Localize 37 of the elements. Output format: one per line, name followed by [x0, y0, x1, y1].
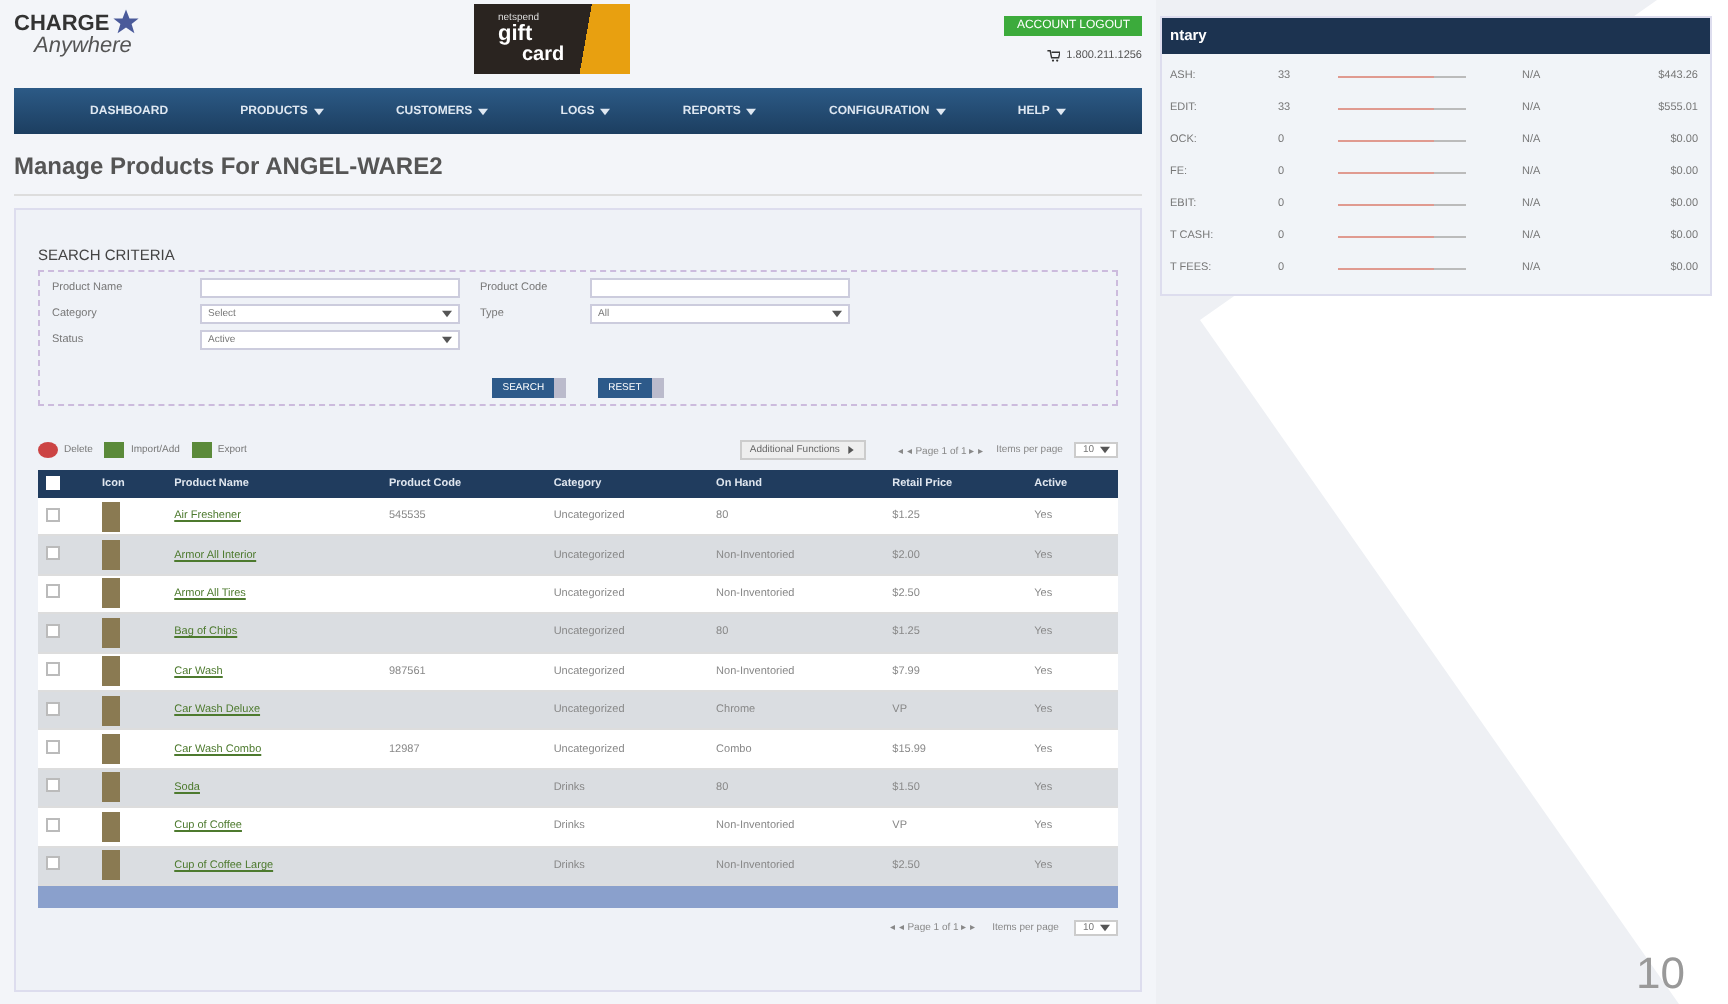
- caret-icon: [1100, 446, 1110, 454]
- row-checkbox[interactable]: [46, 701, 60, 716]
- banner-text: card: [522, 45, 565, 65]
- page-title: Manage Products For ANGEL-WARE2: [14, 134, 1142, 196]
- photo-placeholder: [102, 578, 121, 609]
- photo-placeholder: [102, 656, 121, 687]
- row-checkbox[interactable]: [46, 856, 60, 871]
- photo-placeholder: [102, 811, 121, 842]
- photo-placeholder: [102, 695, 121, 726]
- text-field[interactable]: [200, 278, 460, 298]
- caret-icon: [442, 310, 452, 318]
- row-checkbox[interactable]: [46, 507, 60, 522]
- select-all-checkbox[interactable]: [46, 475, 60, 489]
- slide-number: 10: [1636, 952, 1685, 996]
- cart-icon: [1046, 48, 1061, 62]
- row-checkbox[interactable]: [46, 740, 60, 755]
- row-checkbox[interactable]: [46, 662, 60, 677]
- photo-placeholder: [102, 850, 121, 881]
- photo-placeholder: [102, 540, 121, 571]
- caret-icon: [1100, 923, 1110, 932]
- row-checkbox[interactable]: [46, 817, 60, 832]
- row-checkbox[interactable]: [46, 623, 60, 638]
- photo-placeholder: [102, 501, 121, 532]
- banner-text: gift: [498, 23, 533, 45]
- row-checkbox[interactable]: [46, 584, 60, 599]
- row-checkbox[interactable]: [46, 778, 60, 793]
- photo-placeholder: [102, 734, 121, 765]
- text-field[interactable]: [590, 278, 850, 298]
- caret-icon: [832, 310, 842, 318]
- photo-placeholder: [102, 772, 121, 803]
- row-checkbox[interactable]: [46, 546, 60, 561]
- photo-placeholder: [102, 617, 121, 648]
- caret-icon: [442, 336, 452, 344]
- caret-icon: [845, 446, 856, 454]
- logo-text: CHARGE: [14, 14, 110, 36]
- logo-text: Anywhere: [31, 36, 134, 58]
- star-icon: [111, 8, 140, 36]
